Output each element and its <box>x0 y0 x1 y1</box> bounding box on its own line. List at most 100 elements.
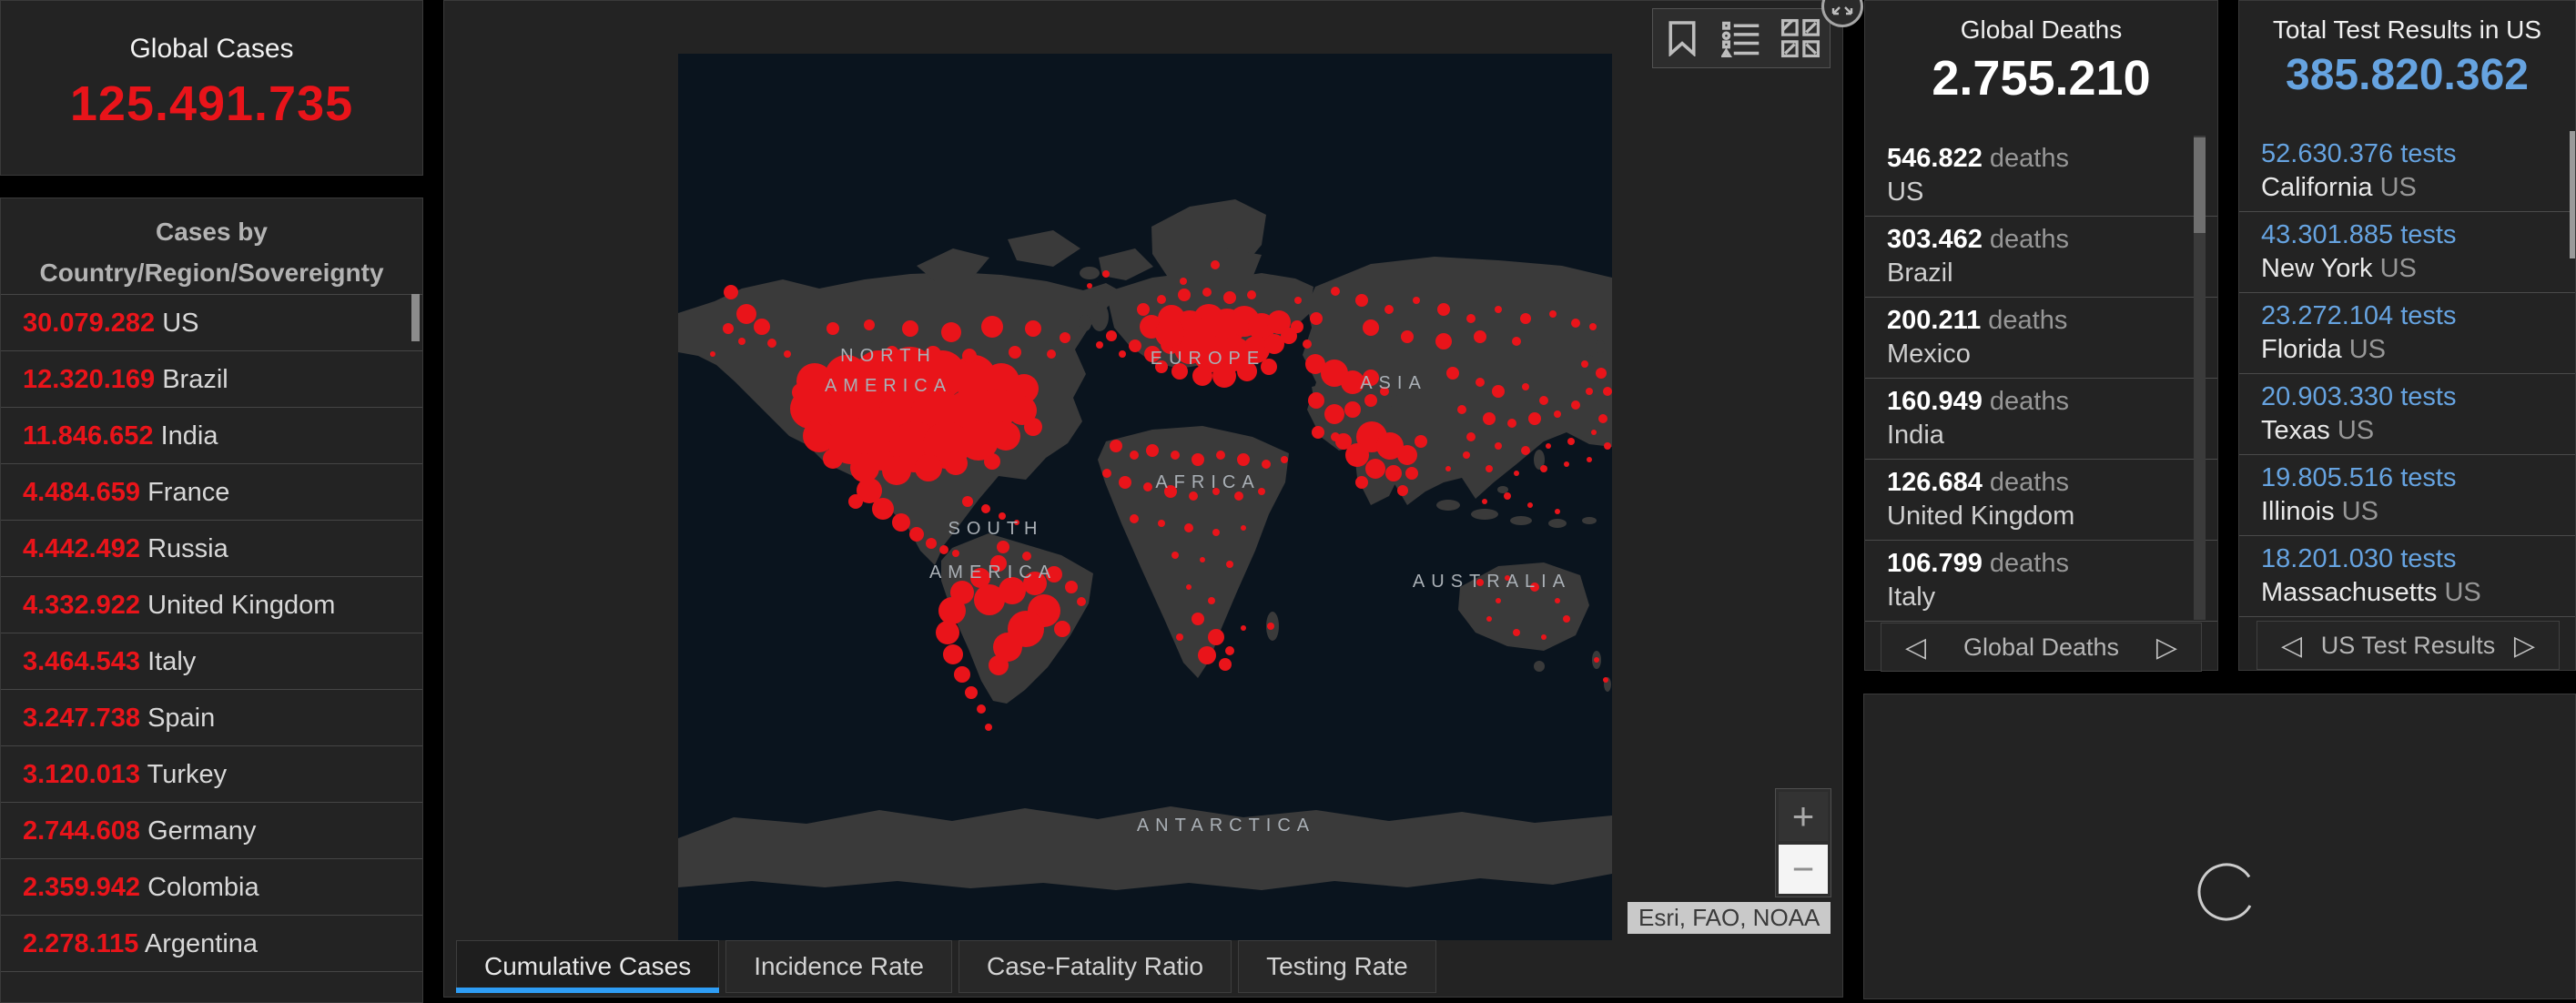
test-state: Florida <box>2261 335 2342 364</box>
cases-list-item[interactable]: 3.120.013 Turkey <box>1 746 422 803</box>
cases-scrollbar-thumb[interactable] <box>411 294 420 341</box>
country-name: Brazil <box>162 365 228 394</box>
cases-list-item[interactable]: 4.442.492 Russia <box>1 521 422 577</box>
tests-scrollbar-thumb[interactable] <box>2570 131 2575 258</box>
svg-text:SOUTH: SOUTH <box>948 519 1044 539</box>
death-count: 200.211 <box>1887 306 1981 335</box>
deaths-list-item[interactable]: 126.684 deaths United Kingdom <box>1865 460 2217 541</box>
carousel-next-icon[interactable]: ▷ <box>2156 632 2177 664</box>
cases-list-item[interactable]: 4.484.659 France <box>1 464 422 521</box>
deaths-list-item[interactable]: 106.799 deaths Italy <box>1865 541 2217 622</box>
bookmark-icon[interactable] <box>1662 18 1702 58</box>
cases-list-item[interactable]: 2.278.115 Argentina <box>1 916 422 972</box>
svg-text:ASIA: ASIA <box>1360 373 1427 393</box>
country-name: United Kingdom <box>147 591 335 620</box>
test-country: US <box>2338 416 2374 445</box>
country-name: India <box>161 421 218 451</box>
tests-list: 52.630.376 tests California US 43.301.88… <box>2239 131 2575 670</box>
legend-icon[interactable] <box>1721 18 1761 58</box>
case-count: 11.846.652 <box>23 421 154 451</box>
test-country: US <box>2380 254 2417 283</box>
tests-list-item[interactable]: 23.272.104 tests Florida US <box>2239 293 2575 374</box>
map-tab[interactable]: Incidence Rate <box>725 940 952 993</box>
zoom-in-button[interactable]: + <box>1779 792 1828 841</box>
tests-list-item[interactable]: 19.805.516 tests Illinois US <box>2239 455 2575 536</box>
case-count: 4.484.659 <box>23 478 140 507</box>
cases-by-country-panel: Cases by Country/Region/Sovereignty 30.0… <box>0 198 423 1003</box>
deaths-list: 546.822 deaths US 303.462 deaths Brazil … <box>1865 136 2217 670</box>
cases-title-line1: Cases by <box>1 211 422 252</box>
death-unit: deaths <box>1990 468 2069 497</box>
country-name: Italy <box>147 647 196 676</box>
svg-text:AMERICA: AMERICA <box>929 562 1057 583</box>
death-count: 126.684 <box>1887 468 1983 497</box>
test-count: 20.903.330 <box>2261 382 2393 411</box>
death-country: Brazil <box>1887 257 2196 290</box>
death-count: 303.462 <box>1887 225 1983 254</box>
carousel-prev-icon[interactable]: ◁ <box>2281 630 2302 662</box>
death-count: 106.799 <box>1887 549 1983 578</box>
carousel-prev-icon[interactable]: ◁ <box>1905 632 1926 664</box>
cases-list-item[interactable]: 3.464.543 Italy <box>1 633 422 690</box>
deaths-list-item[interactable]: 200.211 deaths Mexico <box>1865 298 2217 379</box>
svg-text:AUSTRALIA: AUSTRALIA <box>1413 572 1571 592</box>
test-state: California <box>2261 173 2373 202</box>
death-country: US <box>1887 176 2196 209</box>
global-cases-value: 125.491.735 <box>1 76 422 132</box>
case-count: 2.359.942 <box>23 873 140 902</box>
deaths-list-item[interactable]: 160.949 deaths India <box>1865 379 2217 460</box>
death-country: Mexico <box>1887 338 2196 371</box>
world-map[interactable]: NORTHAMERICAEUROPEASIAAFRICASOUTHAMERICA… <box>678 54 1612 940</box>
map-toolbar <box>1652 8 1831 68</box>
cases-list-item[interactable]: 2.359.942 Colombia <box>1 859 422 916</box>
map-landmasses <box>678 199 1612 890</box>
svg-text:AFRICA: AFRICA <box>1155 472 1260 492</box>
map-tab[interactable]: Testing Rate <box>1238 940 1436 993</box>
test-unit: tests <box>2400 220 2456 249</box>
test-state: Texas <box>2261 416 2330 445</box>
country-name: Germany <box>147 816 256 846</box>
us-tests-title: Total Test Results in US <box>2239 15 2575 45</box>
test-count: 19.805.516 <box>2261 463 2393 492</box>
global-cases-title: Global Cases <box>1 34 422 65</box>
deaths-carousel-label: Global Deaths <box>1963 633 2119 662</box>
deaths-list-item[interactable]: 303.462 deaths Brazil <box>1865 217 2217 298</box>
covid-dashboard: Global Cases 125.491.735 Cases by Countr… <box>0 0 2576 1003</box>
death-unit: deaths <box>1988 306 2067 335</box>
tests-list-item[interactable]: 20.903.330 tests Texas US <box>2239 374 2575 455</box>
map-tab-label: Case-Fatality Ratio <box>987 952 1203 981</box>
basemap-icon[interactable] <box>1780 18 1820 58</box>
svg-text:NORTH: NORTH <box>840 346 937 366</box>
case-count: 3.120.013 <box>23 760 140 789</box>
tests-carousel: ◁ US Test Results ▷ <box>2257 621 2560 670</box>
cases-list-item[interactable]: 30.079.282 US <box>1 295 422 351</box>
carousel-next-icon[interactable]: ▷ <box>2514 630 2535 662</box>
country-name: US <box>162 309 198 338</box>
map-attribution: Esri, FAO, NOAA <box>1628 902 1831 934</box>
loading-panel <box>1863 694 2576 999</box>
deaths-scrollbar-thumb[interactable] <box>2194 137 2206 233</box>
loading-spinner-icon <box>2196 862 2257 922</box>
tests-list-item[interactable]: 52.630.376 tests California US <box>2239 131 2575 212</box>
svg-text:EUROPE: EUROPE <box>1151 349 1265 369</box>
tests-list-item[interactable]: 18.201.030 tests Massachusetts US <box>2239 536 2575 617</box>
death-count: 546.822 <box>1887 144 1983 173</box>
tests-list-item[interactable]: 43.301.885 tests New York US <box>2239 212 2575 293</box>
deaths-list-item[interactable]: 546.822 deaths US <box>1865 136 2217 217</box>
cases-list-item[interactable]: 12.320.169 Brazil <box>1 351 422 408</box>
map-tab[interactable]: Cumulative Cases <box>456 940 719 993</box>
us-tests-panel: Total Test Results in US 385.820.362 52.… <box>2238 0 2576 671</box>
cases-list-item[interactable]: 2.744.608 Germany <box>1 803 422 859</box>
us-tests-value: 385.820.362 <box>2239 50 2575 100</box>
case-count: 4.442.492 <box>23 534 140 563</box>
cases-list-item[interactable]: 11.846.652 India <box>1 408 422 464</box>
cases-list-item[interactable]: 4.332.922 United Kingdom <box>1 577 422 633</box>
map-tab[interactable]: Case-Fatality Ratio <box>958 940 1232 993</box>
death-country: United Kingdom <box>1887 500 2196 533</box>
country-name: Turkey <box>147 760 228 789</box>
cases-list-item[interactable]: 3.247.738 Spain <box>1 690 422 746</box>
test-country: US <box>2380 173 2417 202</box>
zoom-out-button[interactable]: − <box>1779 845 1828 894</box>
global-deaths-title: Global Deaths <box>1865 15 2217 45</box>
case-count: 3.464.543 <box>23 647 140 676</box>
